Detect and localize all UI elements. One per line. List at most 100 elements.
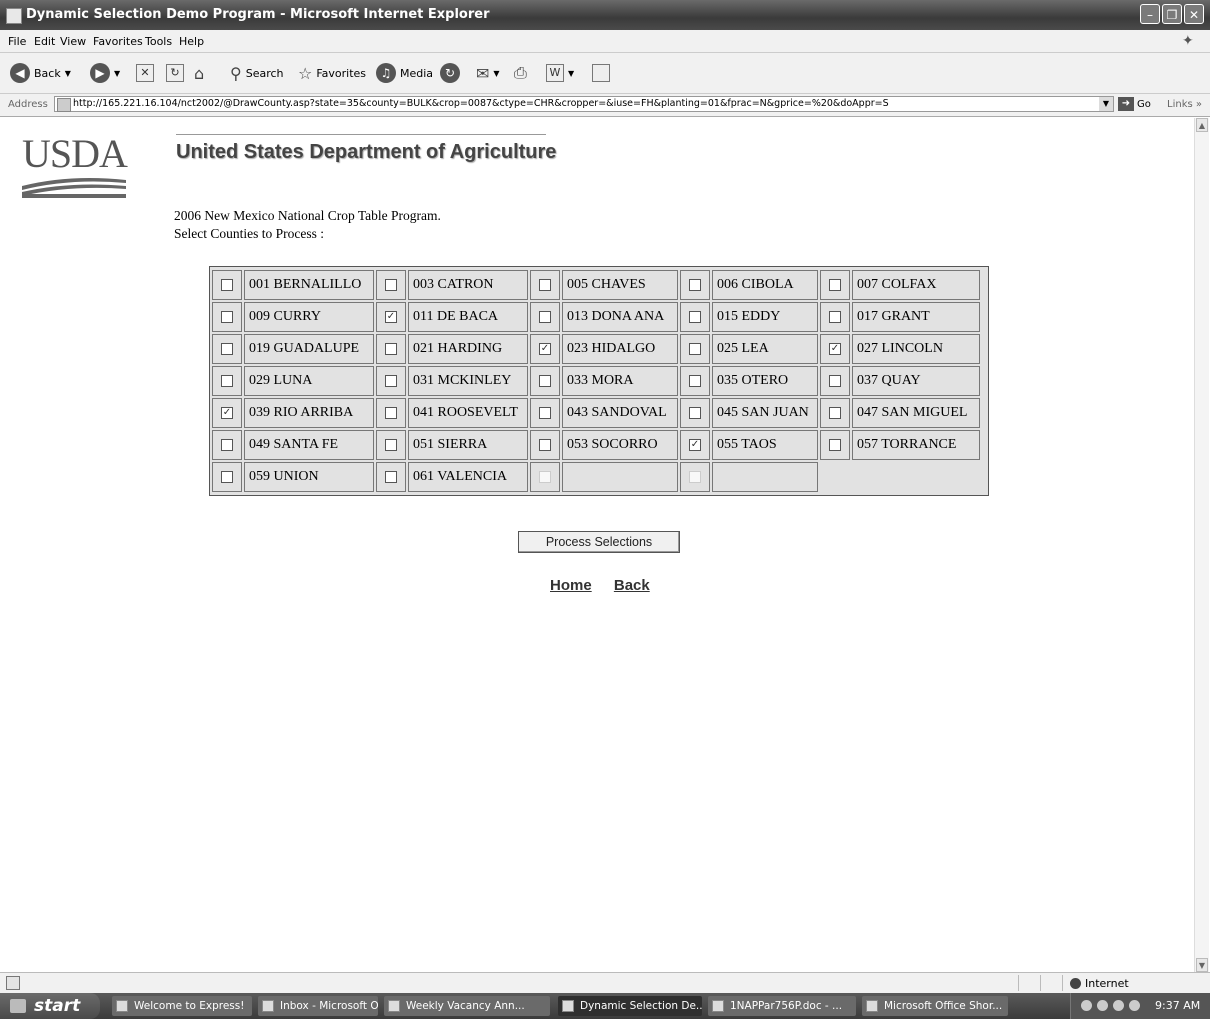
messenger-button[interactable] [592, 61, 610, 85]
county-checkbox[interactable] [829, 279, 841, 291]
county-checkbox[interactable] [829, 375, 841, 387]
checkbox-cell [820, 366, 850, 396]
search-button[interactable]: ⚲ Search [230, 61, 284, 85]
task-label: Microsoft Office Shor... [884, 1000, 1003, 1012]
county-name: 027 LINCOLN [852, 334, 980, 364]
tray-icon[interactable] [1097, 1000, 1108, 1011]
history-button[interactable]: ↻ [440, 61, 460, 85]
scroll-up-icon[interactable]: ▲ [1196, 118, 1208, 132]
minimize-button[interactable]: – [1140, 4, 1160, 24]
county-checkbox[interactable] [689, 407, 701, 419]
address-dropdown-icon[interactable]: ▼ [1099, 97, 1113, 111]
home-button[interactable]: ⌂ [194, 61, 204, 85]
taskbar-task[interactable]: Welcome to Express! [112, 996, 252, 1016]
media-button[interactable]: ♫ Media [376, 61, 433, 85]
county-checkbox[interactable] [221, 279, 233, 291]
county-checkbox[interactable] [829, 439, 841, 451]
menu-favorites[interactable]: Favorites [93, 35, 143, 48]
county-checkbox[interactable] [221, 439, 233, 451]
tray-icon[interactable] [1129, 1000, 1140, 1011]
county-checkbox[interactable] [385, 471, 397, 483]
taskbar-task[interactable]: Dynamic Selection De... [558, 996, 702, 1016]
stop-button[interactable]: ✕ [136, 61, 154, 85]
word-button[interactable]: W ▼ [546, 61, 574, 85]
county-table: 001 BERNALILLO 003 CATRON 005 CHAVES 006 CI… [209, 266, 989, 496]
process-selections-button[interactable]: Process Selections [518, 531, 680, 553]
taskbar-task[interactable]: Weekly Vacancy Ann... [384, 996, 550, 1016]
county-checkbox[interactable] [385, 375, 397, 387]
tray-icon[interactable] [1113, 1000, 1124, 1011]
county-checkbox[interactable] [539, 375, 551, 387]
menu-help[interactable]: Help [179, 35, 204, 48]
taskbar-task[interactable]: Inbox - Microsoft Out... [258, 996, 378, 1016]
county-checkbox[interactable]: ✓ [221, 407, 233, 419]
links-button[interactable]: Links » [1167, 99, 1202, 110]
tray-icon[interactable] [1081, 1000, 1092, 1011]
checkbox-cell [530, 270, 560, 300]
menu-view[interactable]: View [60, 35, 86, 48]
mail-button[interactable]: ✉ ▼ [476, 61, 500, 85]
county-checkbox[interactable] [221, 471, 233, 483]
county-checkbox[interactable]: ✓ [829, 343, 841, 355]
back-link[interactable]: Back [614, 577, 650, 594]
county-name [712, 462, 818, 492]
taskbar-task[interactable]: Microsoft Office Shor... [862, 996, 1008, 1016]
county-checkbox[interactable] [539, 311, 551, 323]
county-checkbox[interactable] [385, 439, 397, 451]
menu-edit[interactable]: Edit [34, 35, 55, 48]
county-checkbox[interactable] [385, 279, 397, 291]
star-icon: ☆ [298, 63, 313, 83]
county-checkbox[interactable] [539, 279, 551, 291]
county-name: 047 SAN MIGUEL [852, 398, 980, 428]
taskbar-task[interactable]: 1NAPPar756P.doc - ... [708, 996, 856, 1016]
county-checkbox[interactable] [689, 311, 701, 323]
county-checkbox[interactable] [385, 407, 397, 419]
menu-file[interactable]: File [8, 35, 26, 48]
county-checkbox[interactable]: ✓ [539, 343, 551, 355]
favorites-button[interactable]: ☆ Favorites [298, 61, 366, 85]
county-checkbox[interactable] [221, 343, 233, 355]
search-icon: ⚲ [230, 63, 242, 83]
forward-button[interactable]: ▶ ▼ [90, 61, 120, 85]
start-button[interactable]: start [0, 993, 100, 1019]
county-name: 039 RIO ARRIBA [244, 398, 374, 428]
county-name: 037 QUAY [852, 366, 980, 396]
maximize-button[interactable]: ❐ [1162, 4, 1182, 24]
usda-logo-stripes-icon [22, 178, 126, 198]
home-link[interactable]: Home [550, 577, 592, 594]
go-button[interactable]: ➜ Go [1118, 97, 1151, 111]
back-button[interactable]: ◀ Back ▼ [10, 61, 71, 85]
county-checkbox[interactable] [221, 375, 233, 387]
checkbox-cell [376, 270, 406, 300]
menu-tools[interactable]: Tools [145, 35, 172, 48]
vertical-scrollbar[interactable]: ▲ ▼ [1194, 118, 1209, 972]
checkbox-cell: ✓ [212, 398, 242, 428]
search-label: Search [245, 66, 284, 80]
checkbox-cell [212, 366, 242, 396]
address-input[interactable]: http://165.221.16.104/nct2002/@DrawCount… [54, 96, 1114, 112]
county-row: 029 LUNA 031 MCKINLEY 033 MORA 035 OTERO 037… [211, 366, 987, 396]
county-checkbox[interactable]: ✓ [385, 311, 397, 323]
print-button[interactable]: ⎙ [514, 61, 527, 85]
county-checkbox[interactable] [829, 311, 841, 323]
county-name: 051 SIERRA [408, 430, 528, 460]
checkbox-cell [212, 302, 242, 332]
county-checkbox[interactable] [689, 375, 701, 387]
county-checkbox[interactable] [385, 343, 397, 355]
county-checkbox[interactable] [689, 279, 701, 291]
checkbox-cell [530, 366, 560, 396]
county-checkbox[interactable] [221, 311, 233, 323]
word-dropdown-icon: ▼ [568, 68, 575, 78]
stop-icon: ✕ [136, 64, 154, 82]
close-button[interactable]: ✕ [1184, 4, 1204, 24]
county-checkbox[interactable] [829, 407, 841, 419]
county-checkbox[interactable]: ✓ [689, 439, 701, 451]
task-app-icon [866, 1000, 878, 1012]
county-checkbox[interactable] [539, 407, 551, 419]
county-checkbox[interactable] [689, 343, 701, 355]
task-label: Dynamic Selection De... [580, 1000, 702, 1012]
refresh-button[interactable]: ↻ [166, 61, 184, 85]
media-icon: ♫ [376, 63, 396, 83]
county-checkbox[interactable] [539, 439, 551, 451]
scroll-down-icon[interactable]: ▼ [1196, 958, 1208, 972]
